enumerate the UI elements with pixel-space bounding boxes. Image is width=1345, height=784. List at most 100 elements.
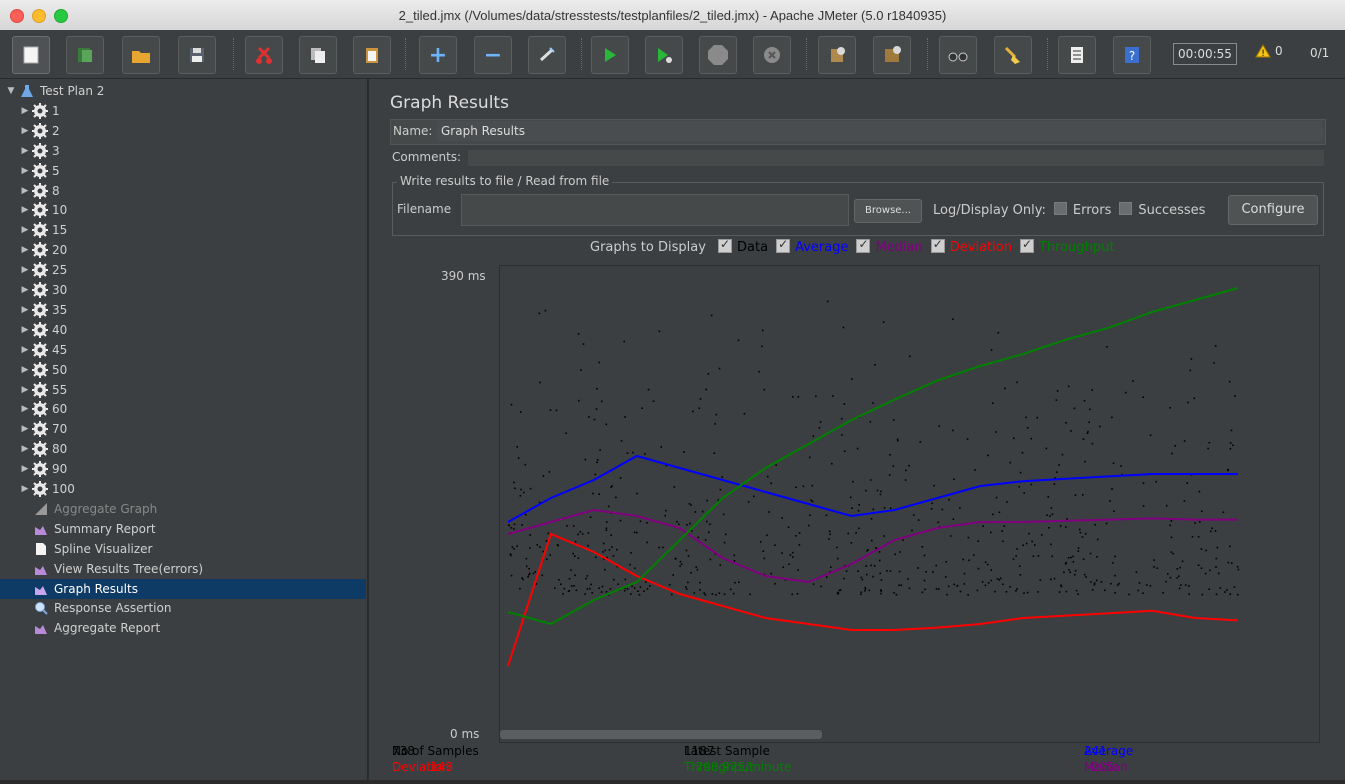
tree-item-thread-group[interactable]: ▶ 15 <box>0 220 366 240</box>
expand-arrow-icon[interactable]: ▶ <box>20 166 30 176</box>
tree-item-thread-group[interactable]: ▶ 35 <box>0 300 366 320</box>
toggle-button[interactable] <box>528 36 566 74</box>
data-point <box>893 591 895 594</box>
collapse-all-button[interactable]: − <box>474 36 512 74</box>
start-no-pauses-button[interactable] <box>645 36 683 74</box>
expand-arrow-icon[interactable]: ▶ <box>20 484 30 494</box>
errors-checkbox[interactable] <box>1053 202 1067 215</box>
copy-button[interactable] <box>299 36 337 74</box>
tree-item-thread-group[interactable]: ▶ 80 <box>0 439 366 459</box>
warnings-indicator[interactable]: ! 0 <box>1255 44 1283 58</box>
expand-arrow-icon[interactable]: ▶ <box>20 464 30 474</box>
toggle-data-checkbox[interactable] <box>718 237 733 253</box>
tree-root[interactable]: ▼ Test Plan 2 <box>0 81 366 101</box>
tree-item-thread-group[interactable]: ▶ 5 <box>0 161 366 181</box>
thread-group-label: 35 <box>52 302 68 317</box>
function-helper-button[interactable] <box>1058 36 1096 74</box>
tree-item-thread-group[interactable]: ▶ 25 <box>0 260 366 280</box>
expand-arrow-icon[interactable]: ▶ <box>20 385 30 395</box>
tree-item-thread-group[interactable]: ▶ 55 <box>0 380 366 400</box>
data-point <box>568 590 571 592</box>
graph-horizontal-scrollbar[interactable] <box>500 730 822 739</box>
tree-item-thread-group[interactable]: ▶ 20 <box>0 240 366 260</box>
data-point <box>1018 486 1020 488</box>
svg-text:!: ! <box>1261 49 1265 58</box>
toggle-deviation-checkbox[interactable] <box>930 237 945 253</box>
expand-all-button[interactable]: + <box>419 36 457 74</box>
expand-arrow-icon[interactable]: ▶ <box>20 404 30 414</box>
expand-arrow-icon[interactable]: ▶ <box>20 186 30 196</box>
filename-input[interactable] <box>461 194 849 226</box>
tree-item-thread-group[interactable]: ▶ 2 <box>0 121 366 141</box>
expand-arrow-icon[interactable]: ▶ <box>20 365 30 375</box>
data-point <box>967 594 969 596</box>
tree-item-listener[interactable]: View Results Tree(errors) <box>0 559 366 579</box>
configure-button[interactable]: Configure <box>1228 195 1318 225</box>
expand-arrow-icon[interactable]: ▶ <box>20 146 30 156</box>
tree-item-thread-group[interactable]: ▶ 40 <box>0 320 366 340</box>
data-point <box>578 399 580 402</box>
tree-item-listener[interactable]: Aggregate Report <box>0 618 366 638</box>
expand-arrow-icon[interactable]: ▶ <box>20 106 30 116</box>
successes-label: Successes <box>1138 203 1206 218</box>
toggle-median-checkbox[interactable] <box>856 237 871 253</box>
tree-item-thread-group[interactable]: ▶ 8 <box>0 181 366 201</box>
data-point <box>1019 574 1022 576</box>
search-button[interactable] <box>939 36 977 74</box>
expand-arrow-icon[interactable]: ▶ <box>20 424 30 434</box>
expand-arrow-icon[interactable]: ▶ <box>20 265 30 275</box>
tree-item-thread-group[interactable]: ▶ 90 <box>0 459 366 479</box>
tree-item-thread-group[interactable]: ▶ 50 <box>0 360 366 380</box>
data-point <box>855 532 857 534</box>
comments-input[interactable] <box>468 150 1324 166</box>
stop-button[interactable] <box>699 36 737 74</box>
expand-arrow-icon[interactable]: ▶ <box>20 285 30 295</box>
clear-all-button[interactable] <box>873 36 911 74</box>
data-point <box>513 548 515 550</box>
reset-search-button[interactable] <box>994 36 1032 74</box>
tree-item-thread-group[interactable]: ▶ 45 <box>0 340 366 360</box>
expand-arrow-icon[interactable]: ▶ <box>20 345 30 355</box>
tree-item-thread-group[interactable]: ▶ 30 <box>0 280 366 300</box>
start-button[interactable] <box>591 36 629 74</box>
templates-button[interactable] <box>66 36 104 74</box>
data-point <box>1197 536 1200 538</box>
tree-item-listener[interactable]: Spline Visualizer <box>0 539 366 559</box>
expand-arrow-icon[interactable]: ▶ <box>20 325 30 335</box>
tree-item-listener[interactable]: Summary Report <box>0 519 366 539</box>
toggle-throughput-checkbox[interactable] <box>1019 237 1034 253</box>
data-point <box>930 508 933 510</box>
tree-item-thread-group[interactable]: ▶ 3 <box>0 141 366 161</box>
expand-arrow-icon[interactable]: ▶ <box>20 225 30 235</box>
tree-item-thread-group[interactable]: ▶ 1 <box>0 101 366 121</box>
new-button[interactable] <box>12 36 50 74</box>
tree-item-thread-group[interactable]: ▶ 70 <box>0 419 366 439</box>
browse-button[interactable]: Browse... <box>854 199 922 223</box>
clear-button[interactable] <box>818 36 856 74</box>
data-point <box>1169 524 1171 527</box>
toggle-average-checkbox[interactable] <box>776 237 791 253</box>
successes-checkbox[interactable] <box>1119 202 1133 215</box>
expand-arrow-icon[interactable]: ▶ <box>20 205 30 215</box>
save-button[interactable] <box>178 36 216 74</box>
collapse-arrow-icon[interactable]: ▼ <box>6 86 16 96</box>
tree-item-thread-group[interactable]: ▶ 100 <box>0 479 366 499</box>
data-point <box>952 318 954 321</box>
open-button[interactable] <box>122 36 160 74</box>
cut-button[interactable] <box>245 36 283 74</box>
expand-arrow-icon[interactable]: ▶ <box>20 444 30 454</box>
expand-arrow-icon[interactable]: ▶ <box>20 305 30 315</box>
tree-item-listener[interactable]: Graph Results <box>0 578 366 599</box>
data-point <box>514 487 516 490</box>
tree-item-thread-group[interactable]: ▶ 60 <box>0 399 366 419</box>
shutdown-button[interactable] <box>753 36 791 74</box>
data-point <box>1028 532 1030 535</box>
paste-button[interactable] <box>353 36 391 74</box>
name-input[interactable]: Graph Results <box>437 121 1323 141</box>
expand-arrow-icon[interactable]: ▶ <box>20 126 30 136</box>
tree-item-thread-group[interactable]: ▶ 10 <box>0 200 366 220</box>
tree-item-listener[interactable]: Aggregate Graph <box>0 499 366 519</box>
expand-arrow-icon[interactable]: ▶ <box>20 245 30 255</box>
help-button[interactable]: ? <box>1113 36 1151 74</box>
tree-item-listener[interactable]: Response Assertion <box>0 598 366 618</box>
